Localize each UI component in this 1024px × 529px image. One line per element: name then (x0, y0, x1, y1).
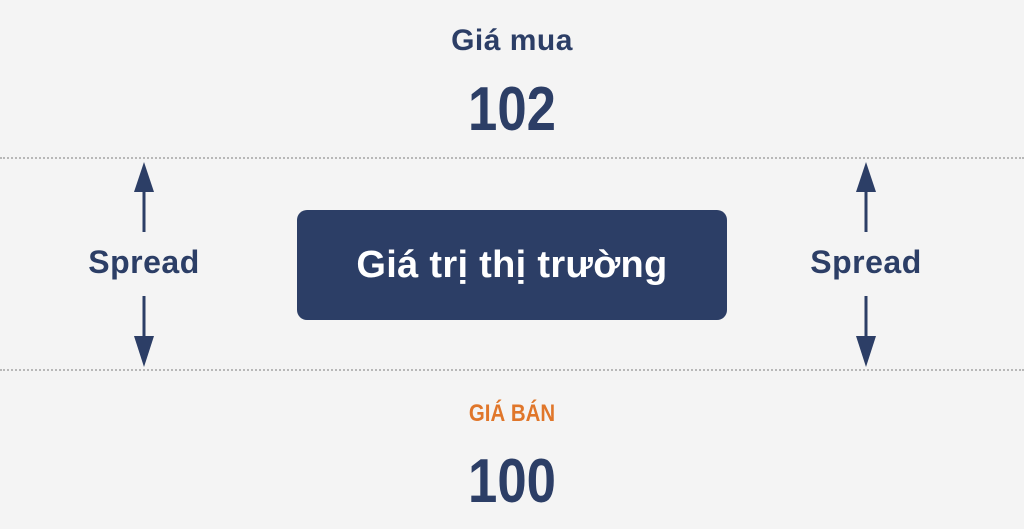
sell-price-label: GIÁ BÁN (468, 400, 556, 427)
spread-label-left: Spread (88, 244, 200, 280)
market-value-label: Giá trị thị trường (356, 243, 668, 286)
market-value-box: Giá trị thị trường (297, 210, 727, 320)
left-down-arrow-icon (134, 296, 154, 367)
right-down-arrow-icon (856, 296, 876, 367)
spread-label-right: Spread (810, 244, 922, 280)
sell-price-value: 100 (468, 447, 556, 516)
right-up-arrow-icon (856, 162, 876, 232)
left-up-arrow-icon (134, 162, 154, 232)
